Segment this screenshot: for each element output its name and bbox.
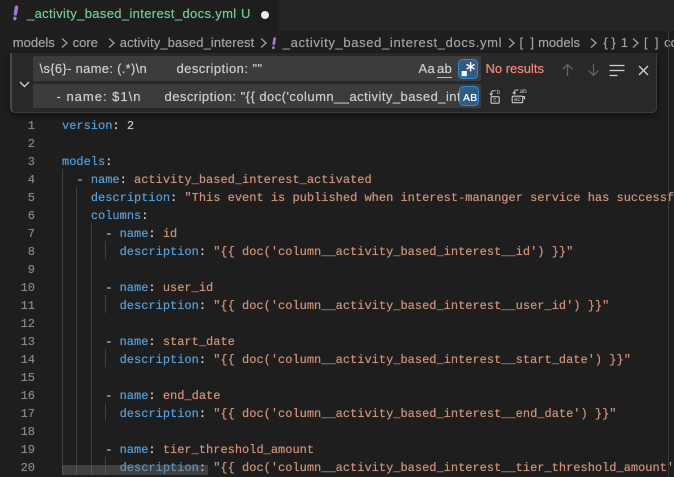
svg-text:b: b — [497, 89, 501, 96]
svg-text:c: c — [493, 97, 497, 104]
svg-text:ac: ac — [513, 96, 521, 103]
svg-text:ab: ab — [519, 88, 527, 95]
